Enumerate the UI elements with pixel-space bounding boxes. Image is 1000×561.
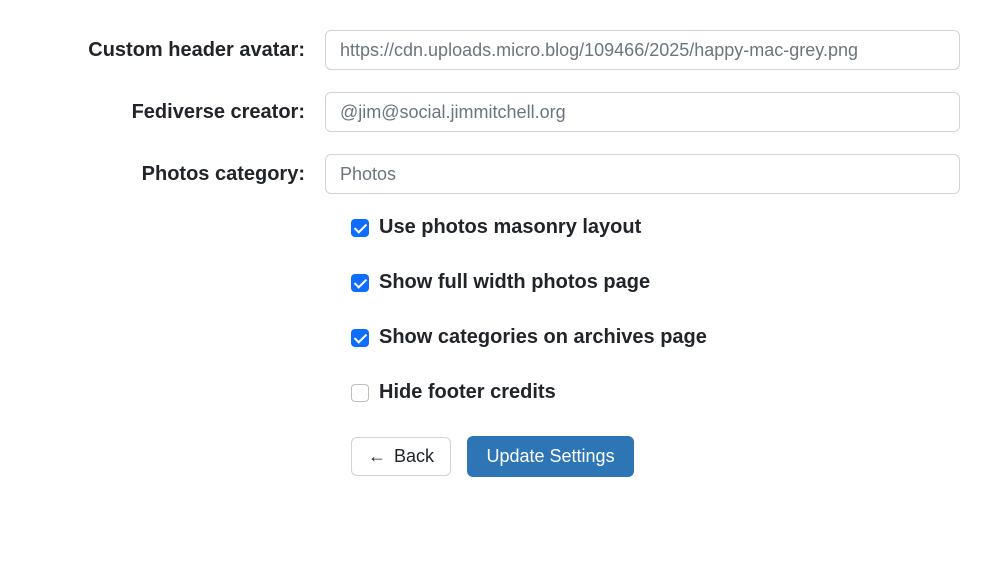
- arrow-left-icon: ←: [368, 447, 386, 465]
- back-button[interactable]: ← Back: [351, 437, 451, 476]
- photos-category-input[interactable]: [325, 154, 960, 194]
- masonry-checkbox[interactable]: [351, 219, 369, 237]
- custom-header-avatar-input[interactable]: [325, 30, 960, 70]
- update-settings-button-label: Update Settings: [486, 446, 614, 467]
- hide-footer-checkbox-label[interactable]: Hide footer credits: [379, 381, 556, 404]
- categories-archives-checkbox[interactable]: [351, 329, 369, 347]
- full-width-checkbox-label[interactable]: Show full width photos page: [379, 271, 650, 294]
- fediverse-creator-label: Fediverse creator:: [20, 101, 325, 124]
- update-settings-button[interactable]: Update Settings: [467, 436, 633, 477]
- hide-footer-checkbox[interactable]: [351, 384, 369, 402]
- fediverse-creator-input[interactable]: [325, 92, 960, 132]
- photos-category-label: Photos category:: [20, 163, 325, 186]
- full-width-checkbox[interactable]: [351, 274, 369, 292]
- masonry-checkbox-label[interactable]: Use photos masonry layout: [379, 216, 641, 239]
- custom-header-avatar-label: Custom header avatar:: [20, 39, 325, 62]
- back-button-label: Back: [394, 446, 434, 467]
- categories-archives-checkbox-label[interactable]: Show categories on archives page: [379, 326, 707, 349]
